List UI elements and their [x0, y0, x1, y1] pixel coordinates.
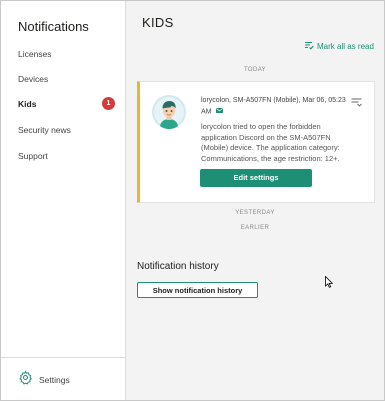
- mark-read-icon: [304, 41, 317, 52]
- notification-card: lorycolon, SM-A507FN (Mobile), Mar 06, 0…: [137, 81, 375, 203]
- gear-icon: [18, 370, 33, 390]
- sidebar-item-devices[interactable]: Devices: [18, 74, 48, 84]
- mail-icon: [216, 106, 224, 117]
- sidebar: Notifications Licenses Devices Kids 1 Se…: [1, 1, 126, 400]
- notification-header: lorycolon, SM-A507FN (Mobile), Mar 06, 0…: [201, 95, 351, 117]
- section-today: TODAY: [243, 67, 267, 73]
- sidebar-item-licenses[interactable]: Licenses: [18, 49, 52, 59]
- settings-link[interactable]: Settings: [18, 370, 70, 390]
- sidebar-item-kids[interactable]: Kids: [18, 99, 36, 109]
- main-panel: KIDS Mark all as read TODAY lorycolon, S…: [126, 1, 384, 400]
- notification-history-title: Notification history: [137, 261, 219, 272]
- more-icon[interactable]: [351, 94, 362, 112]
- page-title: KIDS: [142, 15, 174, 30]
- kids-count-badge: 1: [102, 97, 115, 110]
- sidebar-divider: [1, 357, 125, 358]
- section-yesterday: YESTERDAY: [235, 210, 275, 216]
- avatar-icon: [152, 95, 186, 129]
- show-notification-history-button[interactable]: Show notification history: [137, 282, 258, 298]
- section-earlier: EARLIER: [240, 225, 270, 231]
- notification-body: lorycolon tried to open the forbidden ap…: [201, 122, 340, 163]
- mouse-cursor-icon: [325, 275, 334, 293]
- settings-label: Settings: [39, 375, 70, 385]
- mark-all-read-label: Mark all as read: [317, 42, 374, 51]
- sidebar-item-security-news[interactable]: Security news: [18, 125, 71, 135]
- sidebar-item-support[interactable]: Support: [18, 151, 48, 161]
- edit-settings-button[interactable]: Edit settings: [200, 169, 312, 187]
- mark-all-read-button[interactable]: Mark all as read: [304, 41, 374, 52]
- sidebar-title: Notifications: [18, 19, 89, 34]
- app-window: Notifications Licenses Devices Kids 1 Se…: [0, 0, 385, 401]
